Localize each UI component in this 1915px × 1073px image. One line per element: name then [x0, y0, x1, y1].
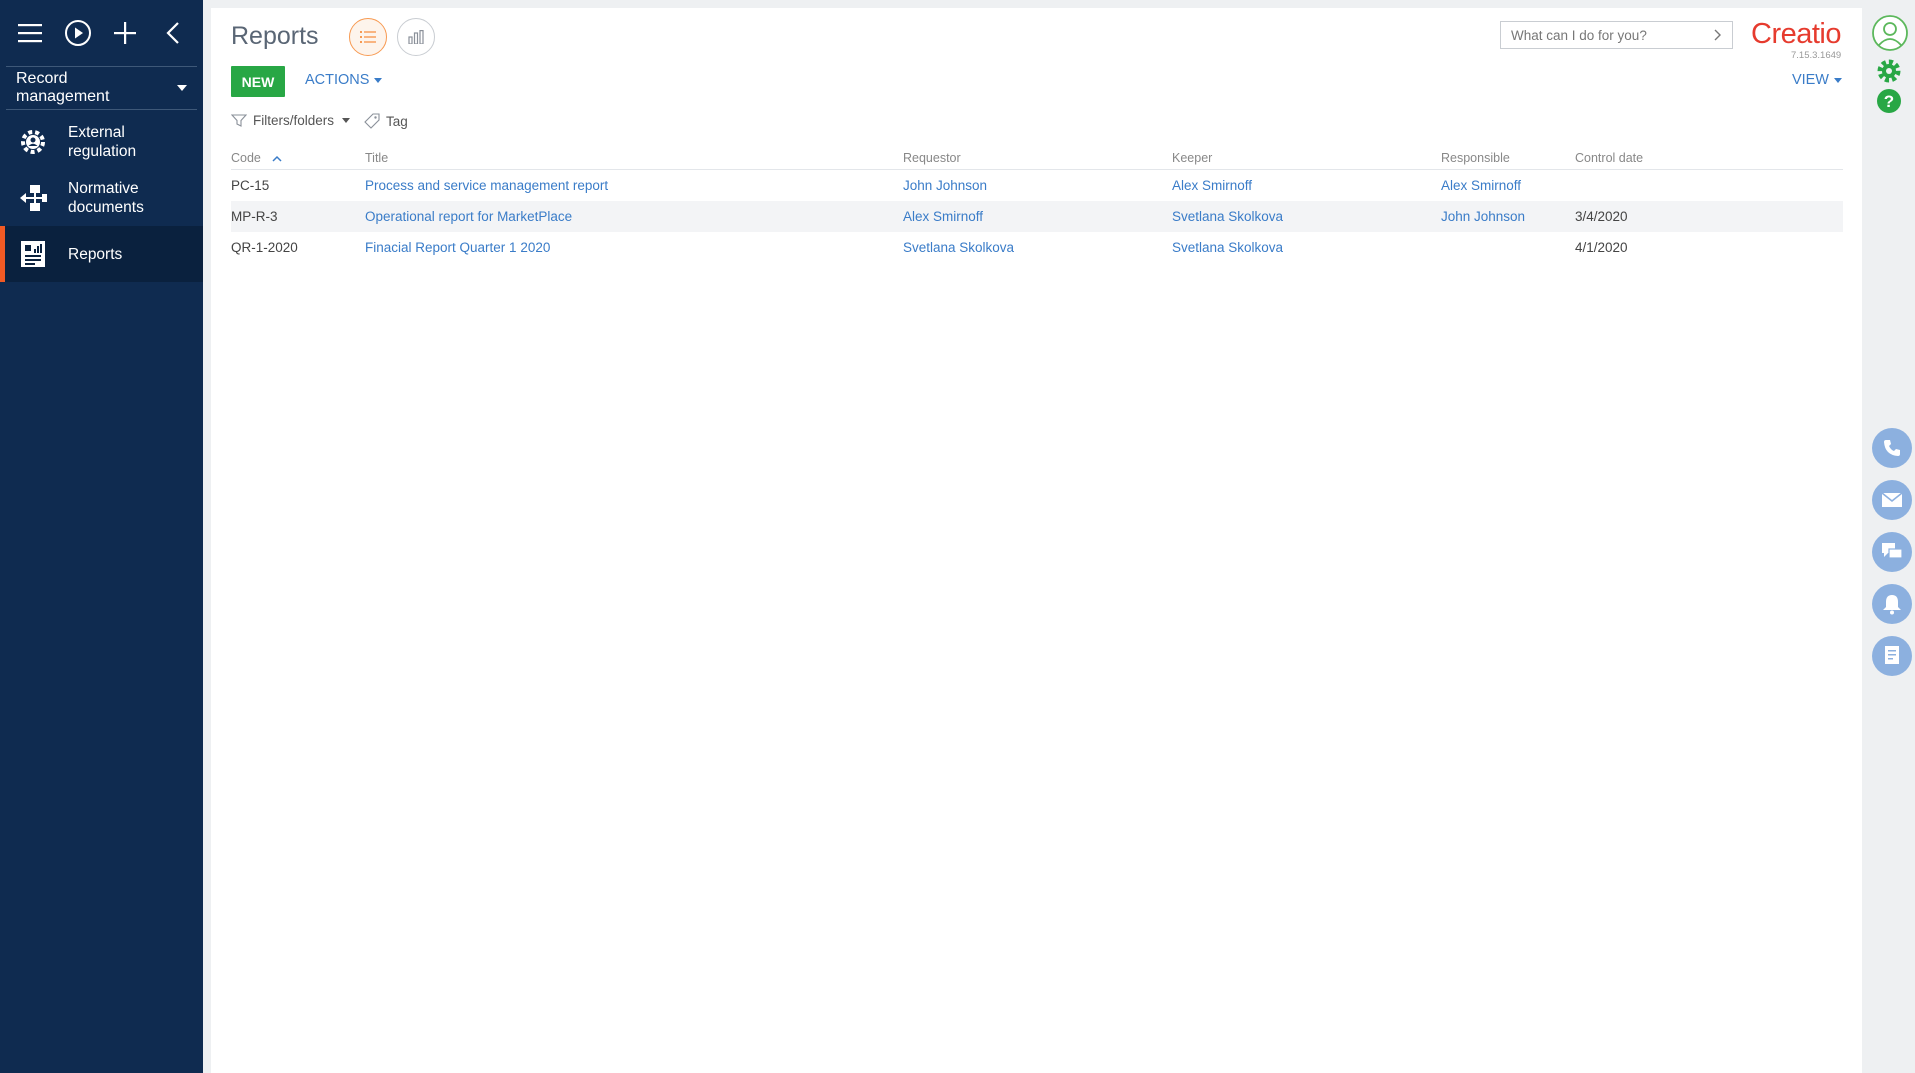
list-icon: [360, 31, 376, 43]
sidebar-item-label: Normative documents: [68, 180, 144, 216]
cell-keeper-link[interactable]: Alex Smirnoff: [1172, 178, 1252, 193]
cell-code: QR-1-2020: [231, 240, 298, 255]
help-icon[interactable]: ?: [1876, 88, 1902, 114]
sidebar: Record management External regulation No…: [0, 0, 203, 1073]
cell-title-link[interactable]: Finacial Report Quarter 1 2020: [365, 240, 550, 255]
column-header-responsible[interactable]: Responsible: [1441, 151, 1575, 165]
brand-logo[interactable]: Creatio: [1751, 18, 1842, 51]
envelope-icon: [1881, 492, 1903, 507]
phone-icon: [1884, 440, 1900, 456]
notifications-button[interactable]: [1872, 584, 1912, 624]
column-header-keeper[interactable]: Keeper: [1172, 151, 1441, 165]
sidebar-toolbar: [0, 0, 203, 66]
cell-code: MP-R-3: [231, 209, 278, 224]
phone-button[interactable]: [1872, 428, 1912, 468]
table-row[interactable]: QR-1-2020 Finacial Report Quarter 1 2020…: [231, 232, 1843, 263]
sidebar-divider: [6, 109, 197, 110]
version-label: 7.15.3.1649: [1791, 50, 1842, 61]
actions-menu-button[interactable]: ACTIONS: [305, 72, 383, 88]
column-header-code[interactable]: Code: [231, 151, 365, 165]
sidebar-item-normative-documents[interactable]: Normative documents: [0, 170, 203, 226]
cell-control-date: 4/1/2020: [1575, 240, 1628, 255]
tag-button[interactable]: Tag: [364, 113, 408, 129]
filters-label: Filters/folders: [253, 113, 335, 128]
cell-requestor-link[interactable]: Svetlana Skolkova: [903, 240, 1014, 255]
filters-folders-button[interactable]: Filters/folders: [231, 113, 351, 128]
filter-icon: [231, 113, 247, 127]
bar-chart-icon: [408, 30, 424, 44]
tag-icon: [364, 113, 380, 129]
page-title: Reports: [231, 22, 319, 50]
cell-requestor-link[interactable]: John Johnson: [903, 178, 987, 193]
right-panel: ?: [1862, 0, 1915, 1073]
actions-label: ACTIONS: [305, 72, 370, 88]
gear-shield-icon: [18, 127, 48, 157]
report-icon: [18, 239, 48, 269]
chat-icon: [1882, 543, 1903, 559]
document-icon: [1885, 646, 1899, 664]
email-button[interactable]: [1872, 480, 1912, 520]
cell-responsible-link[interactable]: John Johnson: [1441, 209, 1525, 224]
sort-ascending-icon: [272, 155, 282, 162]
chevron-down-icon: [374, 77, 383, 83]
chevron-down-icon: [177, 85, 187, 91]
cell-control-date: 3/4/2020: [1575, 209, 1628, 224]
workplace-label: Record management: [16, 70, 110, 105]
new-button[interactable]: NEW: [231, 66, 285, 97]
document-flow-icon: [18, 183, 48, 213]
profile-icon[interactable]: [1871, 14, 1909, 52]
document-button[interactable]: [1872, 636, 1912, 676]
table-row[interactable]: MP-R-3 Operational report for MarketPlac…: [231, 201, 1843, 232]
reports-grid: Code Title Requestor Keeper Responsible …: [231, 146, 1843, 263]
cell-title-link[interactable]: Operational report for MarketPlace: [365, 209, 572, 224]
menu-icon[interactable]: [14, 17, 46, 49]
view-menu-button[interactable]: VIEW: [1792, 72, 1842, 88]
gear-icon[interactable]: [1876, 58, 1902, 84]
sidebar-item-reports[interactable]: Reports: [0, 226, 203, 282]
feed-button[interactable]: [1872, 532, 1912, 572]
column-header-title[interactable]: Title: [365, 151, 903, 165]
chevron-right-icon[interactable]: [1714, 29, 1722, 41]
cell-code: PC-15: [231, 178, 270, 193]
workplace-selector[interactable]: Record management: [0, 67, 203, 109]
collapse-chevron-icon[interactable]: [157, 17, 189, 49]
search-placeholder: What can I do for you?: [1511, 27, 1647, 43]
cell-keeper-link[interactable]: Svetlana Skolkova: [1172, 209, 1283, 224]
analytics-view-button[interactable]: [397, 18, 435, 56]
chevron-down-icon: [342, 118, 351, 123]
main-panel: Reports NEW ACTIONS VIEW Filters/folders: [211, 8, 1862, 1073]
view-label: VIEW: [1791, 72, 1829, 88]
cell-requestor-link[interactable]: Alex Smirnoff: [903, 209, 983, 224]
tag-label: Tag: [386, 113, 408, 129]
cell-responsible-link[interactable]: Alex Smirnoff: [1441, 178, 1521, 193]
column-header-control-date[interactable]: Control date: [1575, 151, 1775, 165]
cell-keeper-link[interactable]: Svetlana Skolkova: [1172, 240, 1283, 255]
svg-text:?: ?: [1884, 92, 1894, 111]
play-process-icon[interactable]: [62, 17, 94, 49]
sidebar-item-label: Reports: [68, 245, 123, 263]
bell-icon: [1883, 595, 1901, 615]
chevron-down-icon: [1834, 77, 1842, 83]
column-header-requestor[interactable]: Requestor: [903, 151, 1172, 165]
grid-header: Code Title Requestor Keeper Responsible …: [231, 146, 1843, 170]
sidebar-item-label: External regulation: [68, 124, 137, 160]
sidebar-item-external-regulation[interactable]: External regulation: [0, 114, 203, 170]
add-icon[interactable]: [109, 17, 141, 49]
cell-title-link[interactable]: Process and service management report: [365, 178, 608, 193]
command-line-input[interactable]: What can I do for you?: [1500, 21, 1733, 49]
table-row[interactable]: PC-15 Process and service management rep…: [231, 170, 1843, 201]
list-view-button[interactable]: [349, 18, 387, 56]
